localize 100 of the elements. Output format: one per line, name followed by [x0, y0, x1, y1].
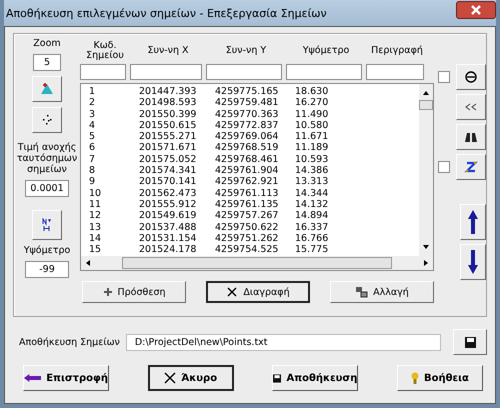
tolerance-field[interactable]: 0.0001 — [25, 180, 69, 197]
list-cell-text: 10 — [89, 188, 102, 199]
edit-button[interactable]: Πρόσθεση — [82, 281, 186, 303]
column-header: Κωδ. Σημείου — [85, 41, 125, 61]
list-cell-text: 2 — [89, 97, 96, 109]
list-cell-text: 201531.154 — [139, 232, 198, 244]
filter-field[interactable] — [206, 64, 282, 80]
list-cell-text: 201524.178 — [139, 244, 198, 256]
list-cell-text: 201570.141 — [139, 176, 198, 188]
list-cell-text: 11.671 — [295, 131, 330, 142]
zoom-field[interactable]: 5 — [33, 54, 61, 71]
list-cell-text: 201575.052 — [139, 154, 198, 166]
elevation-icon — [41, 218, 53, 232]
tolerance-label: Τιμή ανοχής ταυτόσημων σημείων — [16, 142, 78, 175]
list-cell-text: 201562.473 — [139, 188, 198, 199]
edit-button[interactable]: Διαγραφή — [206, 281, 310, 303]
list-cell-text: 201571.671 — [139, 142, 198, 154]
list-cell-text: 7 — [89, 154, 96, 166]
list-cell-text: 13.313 — [295, 176, 330, 188]
scroll-thumb[interactable] — [122, 257, 392, 269]
edit-button[interactable]: Αλλαγή — [330, 281, 434, 303]
save-button[interactable] — [453, 329, 487, 355]
list-cell-text: 4259761.113 — [215, 188, 280, 199]
move-down-button[interactable] — [460, 244, 486, 280]
filter-field[interactable] — [130, 64, 202, 80]
list-cell-text: 201549.619 — [139, 210, 198, 222]
elevation-field[interactable]: -99 — [25, 261, 69, 278]
list-cell-text: 10.593 — [295, 154, 330, 166]
list-cell-text: 4259772.837 — [215, 120, 280, 132]
list-cell-text: 11.189 — [295, 142, 330, 154]
horizontal-scrollbar[interactable] — [81, 256, 433, 270]
up-arrow-icon — [468, 210, 478, 234]
search-button[interactable] — [456, 124, 486, 150]
checkbox[interactable] — [438, 71, 450, 83]
double-left-icon — [464, 103, 478, 111]
list-cell-text: 8 — [89, 165, 96, 176]
move-up-button[interactable] — [460, 204, 486, 240]
list-cell-text: 14.344 — [295, 188, 330, 199]
list-cell-text: 9 — [89, 176, 96, 188]
list-cell-text: 11.490 — [295, 108, 330, 120]
list-cell-text: 14.386 — [295, 165, 330, 176]
list-cell-text: 4259759.481 — [215, 97, 280, 109]
list-cell-text: 14.132 — [295, 198, 330, 210]
column-header: Συν-νη Y — [224, 46, 268, 56]
list-cell-text: 4259754.525 — [215, 244, 280, 256]
list-cell-text: 4259750.622 — [215, 222, 280, 233]
list-cell-text: 201447.393 — [139, 86, 198, 98]
checkbox[interactable] — [438, 161, 450, 173]
list-cell-text: 1 — [89, 86, 96, 98]
list-cell-text: 18.630 — [295, 86, 330, 98]
list-cell-text: 15 — [89, 244, 102, 256]
column-header: Συν-νη X — [146, 46, 190, 56]
points-icon — [41, 114, 53, 126]
list-cell-text: 201550.399 — [139, 108, 198, 120]
dialog-button[interactable]: Άκυρο — [148, 365, 234, 391]
triangle-icon — [40, 83, 54, 95]
swap-icon — [355, 286, 368, 298]
list-cell-text: 14.894 — [295, 210, 330, 222]
scroll-down-icon — [422, 244, 430, 250]
list-cell-text: 4259768.519 — [215, 142, 280, 154]
list-cell-text: 4259757.267 — [215, 210, 280, 222]
dialog-button[interactable]: Επιστροφή — [23, 365, 109, 391]
down-arrow-icon — [468, 250, 478, 274]
list-cell-text: 201550.615 — [139, 120, 198, 132]
file-path-field[interactable]: D:\ProjectDel\new\Points.txt — [126, 334, 442, 350]
tool-button[interactable] — [456, 64, 486, 90]
column-header: Περιγραφή — [370, 46, 424, 56]
window-title: Αποθήκευση επιλεγμένων σημείων - Επεξεργασία Σημείων — [5, 6, 327, 20]
list-cell-text: 4259762.921 — [215, 176, 280, 188]
filter-field[interactable] — [286, 64, 362, 80]
list-cell-text: 4259770.363 — [215, 108, 280, 120]
tool-button[interactable] — [32, 210, 62, 240]
plus-icon — [102, 287, 112, 297]
dialog-button[interactable]: Βοήθεια — [396, 365, 483, 391]
close-icon — [470, 5, 482, 15]
dialog-button[interactable]: Αποθήκευση — [272, 365, 358, 391]
list-cell-text: 201555.912 — [139, 198, 198, 210]
list-cell-text: 5 — [89, 131, 96, 142]
list-cell-text: 6 — [89, 142, 96, 154]
list-cell-text: 14 — [89, 232, 102, 244]
filter-field[interactable] — [366, 64, 424, 80]
list-cell-text: 4259751.262 — [215, 232, 280, 244]
cross-icon — [226, 286, 238, 298]
left-arrow-icon — [24, 372, 42, 384]
column-header: Υψόμετρο — [302, 46, 350, 56]
list-cell-text: 13 — [89, 222, 102, 233]
scroll-thumb[interactable] — [419, 100, 433, 110]
list-cell-text: 12 — [89, 210, 102, 222]
scroll-left-icon — [85, 259, 91, 267]
circle-icon — [465, 71, 477, 83]
tool-button[interactable] — [456, 154, 486, 180]
filter-field[interactable] — [80, 64, 126, 80]
save-points-label: Αποθήκευση Σημείων — [19, 336, 120, 348]
elevation-label: Υψόμετρο — [24, 245, 70, 256]
close-button[interactable] — [456, 1, 496, 19]
list-cell-text: 4259761.904 — [215, 165, 280, 176]
list-cell-text: 4259761.135 — [215, 198, 280, 210]
vertical-scrollbar[interactable] — [419, 84, 433, 256]
list-cell-text: 16.270 — [295, 97, 330, 109]
zoom-label: Zoom — [33, 38, 61, 49]
